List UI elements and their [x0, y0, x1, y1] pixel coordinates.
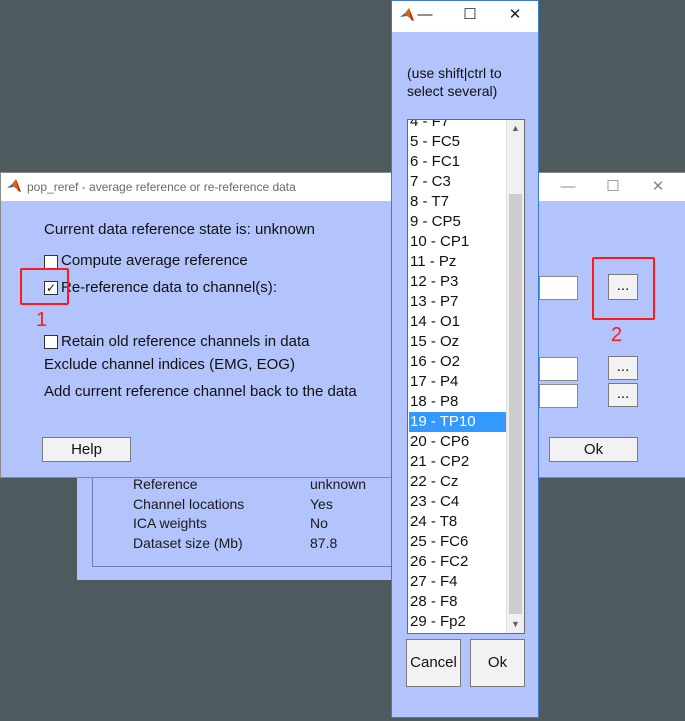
add-back-reference-browse-button[interactable]: ...: [608, 383, 638, 407]
channel-list-item[interactable]: 21 - CP2: [409, 452, 508, 472]
info-value-dataset-size: 87.8: [310, 535, 338, 551]
channel-list-item[interactable]: 22 - Cz: [409, 472, 508, 492]
channel-cancel-button[interactable]: Cancel: [406, 639, 461, 687]
annotation-box-2: [592, 257, 655, 320]
channel-list-item[interactable]: 5 - FC5: [409, 132, 508, 152]
annotation-box-1: [20, 268, 69, 305]
retain-old-reference-checkbox[interactable]: [44, 335, 58, 349]
channel-list-item[interactable]: 10 - CP1: [409, 232, 508, 252]
retain-old-reference-label: Retain old reference channels in data: [61, 333, 310, 350]
reference-state-text: Current data reference state is: unknown: [44, 221, 315, 238]
channel-list-item[interactable]: 11 - Pz: [409, 252, 508, 272]
info-value-channel-locations: Yes: [310, 496, 333, 512]
matlab-logo-icon: [7, 179, 21, 192]
channel-select-title-bar[interactable]: — ☐ ✕: [392, 1, 538, 32]
annotation-label-1: 1: [36, 309, 48, 331]
scroll-up-arrow-icon[interactable]: ▲: [507, 120, 524, 137]
info-label-channel-locations: Channel locations: [133, 496, 245, 512]
channel-list-item[interactable]: 24 - T8: [409, 512, 508, 532]
channel-list-item[interactable]: 8 - T7: [409, 192, 508, 212]
reference-channels-input[interactable]: [539, 276, 578, 300]
channel-list-item[interactable]: 26 - FC2: [409, 552, 508, 572]
channel-ok-button[interactable]: Ok: [470, 639, 525, 687]
reref-title-bar[interactable]: pop_reref - average reference or re-refe…: [1, 173, 685, 201]
channel-select-close-button[interactable]: ✕: [493, 1, 537, 29]
channel-select-minimize-button[interactable]: —: [412, 1, 438, 29]
channel-listbox[interactable]: 4 - F7 5 - FC5 6 - FC1 7 - C3 8 - T7 9 - CP5 1…: [407, 119, 525, 634]
channel-list-item[interactable]: 14 - O1: [409, 312, 508, 332]
channel-list-item[interactable]: 27 - F4: [409, 572, 508, 592]
scrollbar-thumb[interactable]: [509, 194, 522, 614]
info-label-dataset-size: Dataset size (Mb): [133, 535, 243, 551]
channel-list-item[interactable]: 29 - Fp2: [409, 612, 508, 632]
info-label-reference: Reference: [133, 476, 198, 492]
info-label-ica-weights: ICA weights: [133, 515, 207, 531]
rereference-channels-label: Re-reference data to channel(s):: [61, 279, 277, 296]
channel-list-item[interactable]: 9 - CP5: [409, 212, 508, 232]
channel-list-item[interactable]: 7 - C3: [409, 172, 508, 192]
reref-minimize-button[interactable]: —: [546, 173, 590, 201]
compute-average-label: Compute average reference: [61, 252, 248, 269]
add-back-reference-label: Add current reference channel back to th…: [44, 383, 357, 400]
channel-list-item[interactable]: 23 - C4: [409, 492, 508, 512]
channel-list-item[interactable]: 18 - P8: [409, 392, 508, 412]
add-back-reference-input[interactable]: [539, 384, 578, 408]
pop-reref-dialog: pop_reref - average reference or re-refe…: [0, 172, 685, 478]
channel-select-instruction: (use shift|ctrl to select several): [407, 65, 502, 99]
exclude-channels-browse-button[interactable]: ...: [608, 356, 638, 380]
dataset-info-panel: Reference unknown Channel locations Yes …: [92, 474, 393, 567]
channel-list-item[interactable]: 6 - FC1: [409, 152, 508, 172]
channel-list-item[interactable]: 25 - FC6: [409, 532, 508, 552]
channel-list-item[interactable]: 15 - Oz: [409, 332, 508, 352]
exclude-channels-input[interactable]: [539, 357, 578, 381]
channel-list-item[interactable]: 17 - P4: [409, 372, 508, 392]
channel-list-item[interactable]: 12 - P3: [409, 272, 508, 292]
info-value-ica-weights: No: [310, 515, 328, 531]
reref-maximize-button[interactable]: ☐: [591, 173, 635, 201]
compute-average-checkbox[interactable]: [44, 255, 58, 269]
channel-list-item[interactable]: 16 - O2: [409, 352, 508, 372]
channel-list-item[interactable]: 20 - CP6: [409, 432, 508, 452]
channel-list-item[interactable]: 4 - F7: [409, 120, 508, 132]
channel-list-item[interactable]: 19 - TP10: [409, 412, 508, 432]
info-value-reference: unknown: [310, 476, 367, 492]
help-button[interactable]: Help: [42, 437, 131, 462]
reref-window-title: pop_reref - average reference or re-refe…: [27, 180, 296, 194]
channel-select-window: — ☐ ✕ (use shift|ctrl to select several)…: [391, 0, 539, 718]
scroll-down-arrow-icon[interactable]: ▼: [507, 616, 524, 633]
channel-select-maximize-button[interactable]: ☐: [448, 1, 492, 29]
exclude-channels-label: Exclude channel indices (EMG, EOG): [44, 356, 295, 373]
reref-ok-button[interactable]: Ok: [549, 437, 638, 462]
channel-list-item[interactable]: 28 - F8: [409, 592, 508, 612]
reref-close-button[interactable]: ✕: [636, 173, 680, 201]
annotation-label-2: 2: [611, 324, 623, 346]
channel-list-item[interactable]: 13 - P7: [409, 292, 508, 312]
channel-list-scrollbar[interactable]: ▲ ▼: [506, 120, 524, 633]
eeglab-main-window: Reference unknown Channel locations Yes …: [77, 474, 393, 580]
